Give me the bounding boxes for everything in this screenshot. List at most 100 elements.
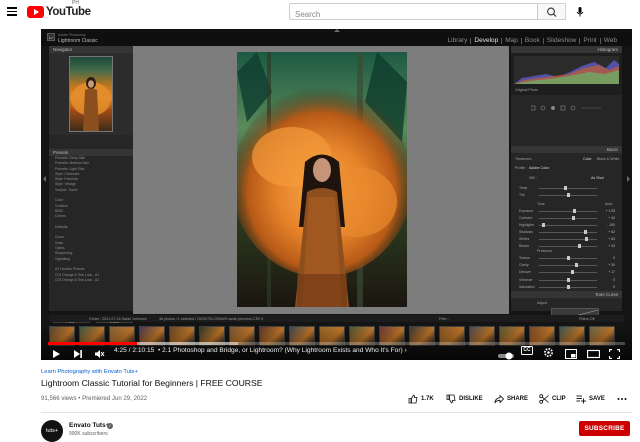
- slider-value: + 30: [608, 263, 615, 267]
- slider-knob[interactable]: [573, 209, 577, 213]
- tone-label: Tone: [537, 202, 545, 206]
- lightroom-top-bar: Lr Adobe Photoshop Lightroom Classic Lib…: [41, 29, 632, 46]
- slider-temp[interactable]: Temp: [519, 186, 615, 191]
- slider-dehaze[interactable]: Dehaze + 17: [519, 270, 615, 275]
- like-button[interactable]: 1.7K: [408, 394, 434, 404]
- slider-knob[interactable]: [566, 193, 570, 197]
- slider-value: 0: [613, 278, 615, 282]
- chapter-title[interactable]: • 2.1 Photoshop and Bridge, or Lightroom…: [158, 347, 407, 354]
- lightroom-left-panel: Navigator Presets Portraits: Deep Skin Po…: [49, 46, 133, 326]
- view-count-and-date: 91,566 views • Premiered Jun 29, 2022: [41, 395, 148, 402]
- youtube-logo[interactable]: YouTube: [27, 5, 91, 18]
- search-box: [289, 3, 538, 22]
- slider-knob[interactable]: [578, 244, 582, 248]
- slider-track[interactable]: [539, 218, 597, 219]
- like-count: 1.7K: [421, 396, 434, 402]
- slider-highlights[interactable]: Highlights - 100: [519, 223, 615, 228]
- slider-knob[interactable]: [571, 270, 575, 274]
- slider-blacks[interactable]: Blacks + 43: [519, 244, 615, 249]
- slider-whites[interactable]: Whites + 63: [519, 237, 615, 242]
- slider-knob[interactable]: [566, 278, 570, 282]
- treatment-bw-option[interactable]: Black & White: [597, 157, 619, 161]
- slider-tint[interactable]: Tint: [519, 193, 615, 198]
- slider-shadows[interactable]: Shadows + 62: [519, 230, 615, 235]
- slider-knob[interactable]: [542, 223, 546, 227]
- play-button[interactable]: [51, 346, 61, 360]
- slider-knob[interactable]: [585, 237, 589, 241]
- slider-value: + 42: [608, 216, 615, 220]
- auto-tone-button[interactable]: Auto: [605, 202, 612, 206]
- slider-saturation[interactable]: Saturation 0: [519, 285, 615, 290]
- slider-label: Contrast: [519, 216, 532, 220]
- miniplayer-icon: [565, 349, 577, 359]
- preset-item[interactable]: C02 Orange & Teal Look - A2: [49, 278, 133, 283]
- play-icon: [53, 350, 60, 358]
- slider-track[interactable]: [539, 272, 597, 273]
- subtitles-button[interactable]: CC: [521, 346, 533, 355]
- histogram-graph: [514, 56, 619, 84]
- treatment-color-option[interactable]: Color: [583, 157, 592, 161]
- dislike-button[interactable]: DISLIKE: [446, 394, 483, 404]
- hashtag-channel-link[interactable]: Learn Photography with Envato Tuts+: [41, 369, 138, 375]
- slider-knob[interactable]: [566, 256, 570, 260]
- slider-track[interactable]: [539, 246, 597, 247]
- subscribe-button[interactable]: SUBSCRIBE: [579, 421, 630, 436]
- slider-texture[interactable]: Texture 0: [519, 256, 615, 261]
- slider-contrast[interactable]: Contrast + 42: [519, 216, 615, 221]
- slider-clarity[interactable]: Clarity + 30: [519, 263, 615, 268]
- slider-knob[interactable]: [572, 216, 576, 220]
- slider-track[interactable]: [539, 188, 597, 189]
- voice-search-button[interactable]: [572, 4, 588, 20]
- slider-track[interactable]: [539, 239, 597, 240]
- lightroom-right-panel: Histogram Original Photo Basic Treatment…: [511, 46, 622, 328]
- slider-knob[interactable]: [566, 285, 570, 289]
- settings-button[interactable]: [543, 345, 554, 360]
- slider-exposure[interactable]: Exposure + 1.05: [519, 209, 615, 214]
- module-develop[interactable]: Develop: [471, 37, 501, 44]
- slider-track[interactable]: [539, 265, 597, 266]
- autoplay-toggle[interactable]: [497, 347, 515, 360]
- navigator-preview: [49, 53, 133, 135]
- video-player[interactable]: Lr Adobe Photoshop Lightroom Classic Lib…: [41, 29, 632, 360]
- app-line-2: Lightroom Classic: [58, 38, 98, 44]
- slider-knob[interactable]: [563, 186, 567, 190]
- presets-list: Portraits: Deep Skin Portraits: Medium Sk…: [49, 156, 133, 283]
- clip-button[interactable]: CLIP: [539, 394, 566, 404]
- module-library[interactable]: Library: [445, 37, 471, 44]
- filters-off-dropdown[interactable]: Filters Off: [579, 317, 595, 321]
- volume-muted-icon: [95, 350, 105, 358]
- slider-track[interactable]: [539, 211, 597, 212]
- module-slideshow[interactable]: Slideshow: [544, 37, 580, 44]
- slider-vibrance[interactable]: Vibrance 0: [519, 278, 615, 283]
- more-actions-button[interactable]: [617, 394, 627, 404]
- next-button[interactable]: [73, 346, 83, 360]
- profile-value[interactable]: Adobe Color: [529, 166, 549, 170]
- slider-track[interactable]: [539, 225, 597, 226]
- lightroom-loupe-view: [133, 46, 509, 314]
- channel-avatar[interactable]: tuts+: [41, 420, 63, 442]
- module-map[interactable]: Map: [502, 37, 521, 44]
- module-print[interactable]: Print: [580, 37, 599, 44]
- wb-value[interactable]: As Shot: [591, 176, 604, 180]
- left-panel-toggle-icon: [43, 176, 46, 182]
- module-web[interactable]: Web: [601, 37, 620, 44]
- youtube-play-logo-icon: [27, 5, 44, 18]
- module-book[interactable]: Book: [522, 37, 543, 44]
- share-button[interactable]: SHARE: [494, 394, 528, 404]
- histogram: Original Photo: [511, 53, 622, 95]
- progress-bar[interactable]: [48, 342, 625, 345]
- channel-name[interactable]: Envato Tuts+: [69, 422, 110, 429]
- miniplayer-button[interactable]: [565, 346, 577, 360]
- menu-icon[interactable]: [7, 7, 17, 16]
- fullscreen-button[interactable]: [608, 346, 621, 360]
- progress-played: [48, 342, 138, 345]
- save-button[interactable]: SAVE: [576, 394, 605, 404]
- search-button[interactable]: [538, 3, 566, 20]
- search-input[interactable]: [290, 7, 537, 22]
- theater-mode-button[interactable]: [586, 346, 601, 360]
- slider-knob[interactable]: [583, 230, 587, 234]
- slider-value: 0: [613, 256, 615, 260]
- slider-knob[interactable]: [575, 263, 579, 267]
- slider-track[interactable]: [539, 232, 597, 233]
- mute-button[interactable]: [94, 346, 105, 360]
